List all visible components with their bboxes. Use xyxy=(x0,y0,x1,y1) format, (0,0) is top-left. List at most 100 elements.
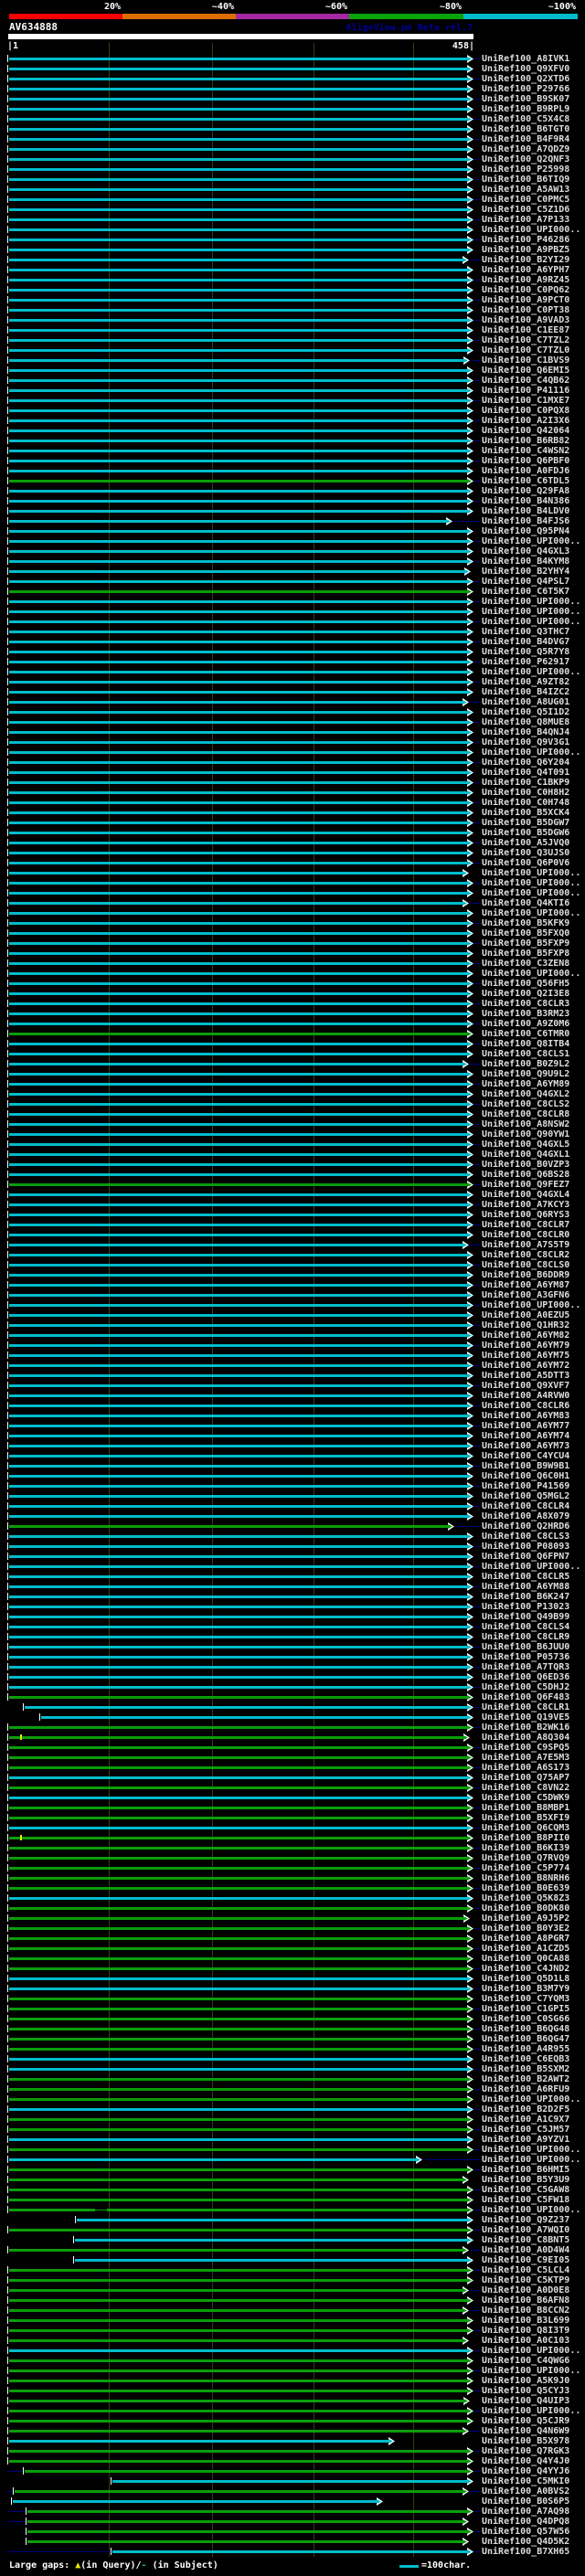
hit-accession-label[interactable]: UniRef100_B3L699 xyxy=(482,2316,569,2326)
hit-accession-label[interactable]: UniRef100_C9EI05 xyxy=(482,2255,569,2265)
hit-accession-label[interactable]: UniRef100_C8CLR5 xyxy=(482,1572,569,1582)
hit-accession-label[interactable]: UniRef100_C4WSN2 xyxy=(482,446,569,456)
hit-accession-label[interactable]: UniRef100_Q6PBF0 xyxy=(482,456,569,466)
hit-accession-label[interactable]: UniRef100_B5DGW6 xyxy=(482,828,569,838)
hit-accession-label[interactable]: UniRef100_Q95PN4 xyxy=(482,526,569,536)
hit-accession-label[interactable]: UniRef100_C8CLR1 xyxy=(482,1702,569,1712)
hit-accession-label[interactable]: UniRef100_Q2QNF3 xyxy=(482,154,569,164)
hit-accession-label[interactable]: UniRef100_B8PII0 xyxy=(482,1833,569,1843)
hit-accession-label[interactable]: UniRef100_A6YM73 xyxy=(482,1441,569,1451)
hit-accession-label[interactable]: UniRef100_A0FDJ6 xyxy=(482,466,569,476)
hit-accession-label[interactable]: UniRef100_B6QG48 xyxy=(482,2024,569,2034)
hit-accession-label[interactable]: UniRef100_C9SPQ5 xyxy=(482,1743,569,1753)
hit-accession-label[interactable]: UniRef100_A5DTT3 xyxy=(482,1371,569,1381)
hit-accession-label[interactable]: UniRef100_A6YM77 xyxy=(482,1421,569,1431)
hit-accession-label[interactable]: UniRef100_Q6CQM3 xyxy=(482,1823,569,1833)
hit-accession-label[interactable]: UniRef100_B4F9R4 xyxy=(482,134,569,144)
hit-accession-label[interactable]: UniRef100_A6YM89 xyxy=(482,1079,569,1089)
hit-accession-label[interactable]: UniRef100_C6T5K7 xyxy=(482,587,569,597)
hit-accession-label[interactable]: UniRef100_C8CLS1 xyxy=(482,1049,569,1059)
hit-accession-label[interactable]: UniRef100_A9VAD3 xyxy=(482,315,569,325)
hit-accession-label[interactable]: UniRef100_C1BVS9 xyxy=(482,355,569,366)
hit-accession-label[interactable]: UniRef100_Q90YW1 xyxy=(482,1129,569,1140)
hit-accession-label[interactable]: UniRef100_A0BVS2 xyxy=(482,2486,569,2496)
hit-accession-label[interactable]: UniRef100_C5FW18 xyxy=(482,2195,569,2205)
hit-accession-label[interactable]: UniRef100_B8MBP1 xyxy=(482,1803,569,1813)
hit-accession-label[interactable]: UniRef100_B3M7Y9 xyxy=(482,1984,569,1994)
hit-accession-label[interactable]: UniRef100_A9ZT82 xyxy=(482,677,569,687)
hit-accession-label[interactable]: UniRef100_A8NSW2 xyxy=(482,1119,569,1129)
hit-accession-label[interactable]: UniRef100_UPI000.. xyxy=(482,2145,580,2155)
hit-accession-label[interactable]: UniRef100_UPI000.. xyxy=(482,888,580,898)
hit-accession-label[interactable]: UniRef100_C5LCL4 xyxy=(482,2265,569,2275)
hit-accession-label[interactable]: UniRef100_C8CLR7 xyxy=(482,1220,569,1230)
hit-accession-label[interactable]: UniRef100_C8CLR4 xyxy=(482,1501,569,1511)
hit-accession-label[interactable]: UniRef100_A6YM83 xyxy=(482,1411,569,1421)
hit-accession-label[interactable]: UniRef100_A5K9J0 xyxy=(482,2376,569,2386)
hit-accession-label[interactable]: UniRef100_B5KFK9 xyxy=(482,918,569,928)
hit-accession-label[interactable]: UniRef100_Q4KTI6 xyxy=(482,898,569,908)
hit-accession-label[interactable]: UniRef100_C0SG66 xyxy=(482,2014,569,2024)
hit-accession-label[interactable]: UniRef100_C0H748 xyxy=(482,798,569,808)
hit-accession-label[interactable]: UniRef100_B7XH65 xyxy=(482,2547,569,2557)
hit-accession-label[interactable]: UniRef100_B2D2F5 xyxy=(482,2104,569,2115)
hit-accession-label[interactable]: UniRef100_B4KYM8 xyxy=(482,557,569,567)
hit-accession-label[interactable]: UniRef100_Q7RGK3 xyxy=(482,2446,569,2456)
hit-accession-label[interactable]: UniRef100_C7TZL0 xyxy=(482,345,569,355)
hit-accession-label[interactable]: UniRef100_C0PMC5 xyxy=(482,195,569,205)
hit-accession-label[interactable]: UniRef100_B5DGW7 xyxy=(482,818,569,828)
hit-accession-label[interactable]: UniRef100_Q7RVQ9 xyxy=(482,1853,569,1863)
hit-accession-label[interactable]: UniRef100_C8CLR3 xyxy=(482,999,569,1009)
hit-accession-label[interactable]: UniRef100_B6K247 xyxy=(482,1592,569,1602)
hit-accession-label[interactable]: UniRef100_B9SK07 xyxy=(482,94,569,104)
hit-accession-label[interactable]: UniRef100_B6TGT0 xyxy=(482,124,569,134)
hit-accession-label[interactable]: UniRef100_C7YQM3 xyxy=(482,1994,569,2004)
hit-accession-label[interactable]: UniRef100_Q1HR32 xyxy=(482,1320,569,1330)
hit-accession-label[interactable]: UniRef100_C5Z1D6 xyxy=(482,205,569,215)
hit-accession-label[interactable]: UniRef100_UPI000.. xyxy=(482,2406,580,2416)
hit-accession-label[interactable]: UniRef100_Q5MGL2 xyxy=(482,1491,569,1501)
hit-accession-label[interactable]: UniRef100_A5JVQ0 xyxy=(482,838,569,848)
hit-accession-label[interactable]: UniRef100_B4FJS6 xyxy=(482,516,569,526)
hit-accession-label[interactable]: UniRef100_Q5K8Z3 xyxy=(482,1893,569,1903)
hit-accession-label[interactable]: UniRef100_UPI000.. xyxy=(482,225,580,235)
hit-accession-label[interactable]: UniRef100_A4RVW0 xyxy=(482,1391,569,1401)
hit-accession-label[interactable]: UniRef100_Q4T091 xyxy=(482,768,569,778)
hit-accession-label[interactable]: UniRef100_A7S5T9 xyxy=(482,1240,569,1250)
hit-accession-label[interactable]: UniRef100_A7E5M3 xyxy=(482,1753,569,1763)
hit-accession-label[interactable]: UniRef100_Q3UJS0 xyxy=(482,848,569,858)
hit-accession-label[interactable]: UniRef100_C8CLS3 xyxy=(482,1532,569,1542)
hit-accession-label[interactable]: UniRef100_Q6Y204 xyxy=(482,758,569,768)
hit-accession-label[interactable]: UniRef100_A0EZU5 xyxy=(482,1310,569,1320)
hit-accession-label[interactable]: UniRef100_Q4Y4J0 xyxy=(482,2456,569,2466)
hit-accession-label[interactable]: UniRef100_B6RB82 xyxy=(482,436,569,446)
hit-accession-label[interactable]: UniRef100_C5X4C8 xyxy=(482,114,569,124)
hit-accession-label[interactable]: UniRef100_Q9XVF7 xyxy=(482,1381,569,1391)
hit-accession-label[interactable]: UniRef100_B6HMI5 xyxy=(482,2165,569,2175)
hit-accession-label[interactable]: UniRef100_A7P133 xyxy=(482,215,569,225)
hit-accession-label[interactable]: UniRef100_A8UG01 xyxy=(482,697,569,707)
hit-accession-label[interactable]: UniRef100_A7AQ98 xyxy=(482,2507,569,2517)
hit-accession-label[interactable]: UniRef100_Q5CYJ3 xyxy=(482,2386,569,2396)
hit-accession-label[interactable]: UniRef100_B6AFN8 xyxy=(482,2295,569,2306)
hit-accession-label[interactable]: UniRef100_A6YM88 xyxy=(482,1582,569,1592)
hit-accession-label[interactable]: UniRef100_UPI000.. xyxy=(482,2155,580,2165)
hit-accession-label[interactable]: UniRef100_UPI000.. xyxy=(482,2346,580,2356)
hit-accession-label[interactable]: UniRef100_C4QB62 xyxy=(482,376,569,386)
hit-accession-label[interactable]: UniRef100_Q2HRD6 xyxy=(482,1521,569,1532)
hit-accession-label[interactable]: UniRef100_Q8ITB4 xyxy=(482,1039,569,1049)
hit-accession-label[interactable]: UniRef100_Q5R7Y8 xyxy=(482,647,569,657)
hit-accession-label[interactable]: UniRef100_B8NRH6 xyxy=(482,1873,569,1883)
hit-accession-label[interactable]: UniRef100_B4LDV0 xyxy=(482,506,569,516)
hit-accession-label[interactable]: UniRef100_Q4GXL2 xyxy=(482,1089,569,1099)
hit-accession-label[interactable]: UniRef100_Q6F483 xyxy=(482,1692,569,1702)
hit-accession-label[interactable]: UniRef100_UPI000.. xyxy=(482,607,580,617)
hit-accession-label[interactable]: UniRef100_A6YM74 xyxy=(482,1431,569,1441)
hit-accession-label[interactable]: UniRef100_A6YM82 xyxy=(482,1330,569,1341)
hit-accession-label[interactable]: UniRef100_B4DVG7 xyxy=(482,637,569,647)
hit-accession-label[interactable]: UniRef100_B5FXP8 xyxy=(482,949,569,959)
hit-accession-label[interactable]: UniRef100_B6DDR9 xyxy=(482,1270,569,1280)
hit-accession-label[interactable]: UniRef100_Q5I1D2 xyxy=(482,707,569,717)
hit-accession-label[interactable]: UniRef100_A8PGR7 xyxy=(482,1934,569,1944)
hit-accession-label[interactable]: UniRef100_Q6RYS3 xyxy=(482,1210,569,1220)
